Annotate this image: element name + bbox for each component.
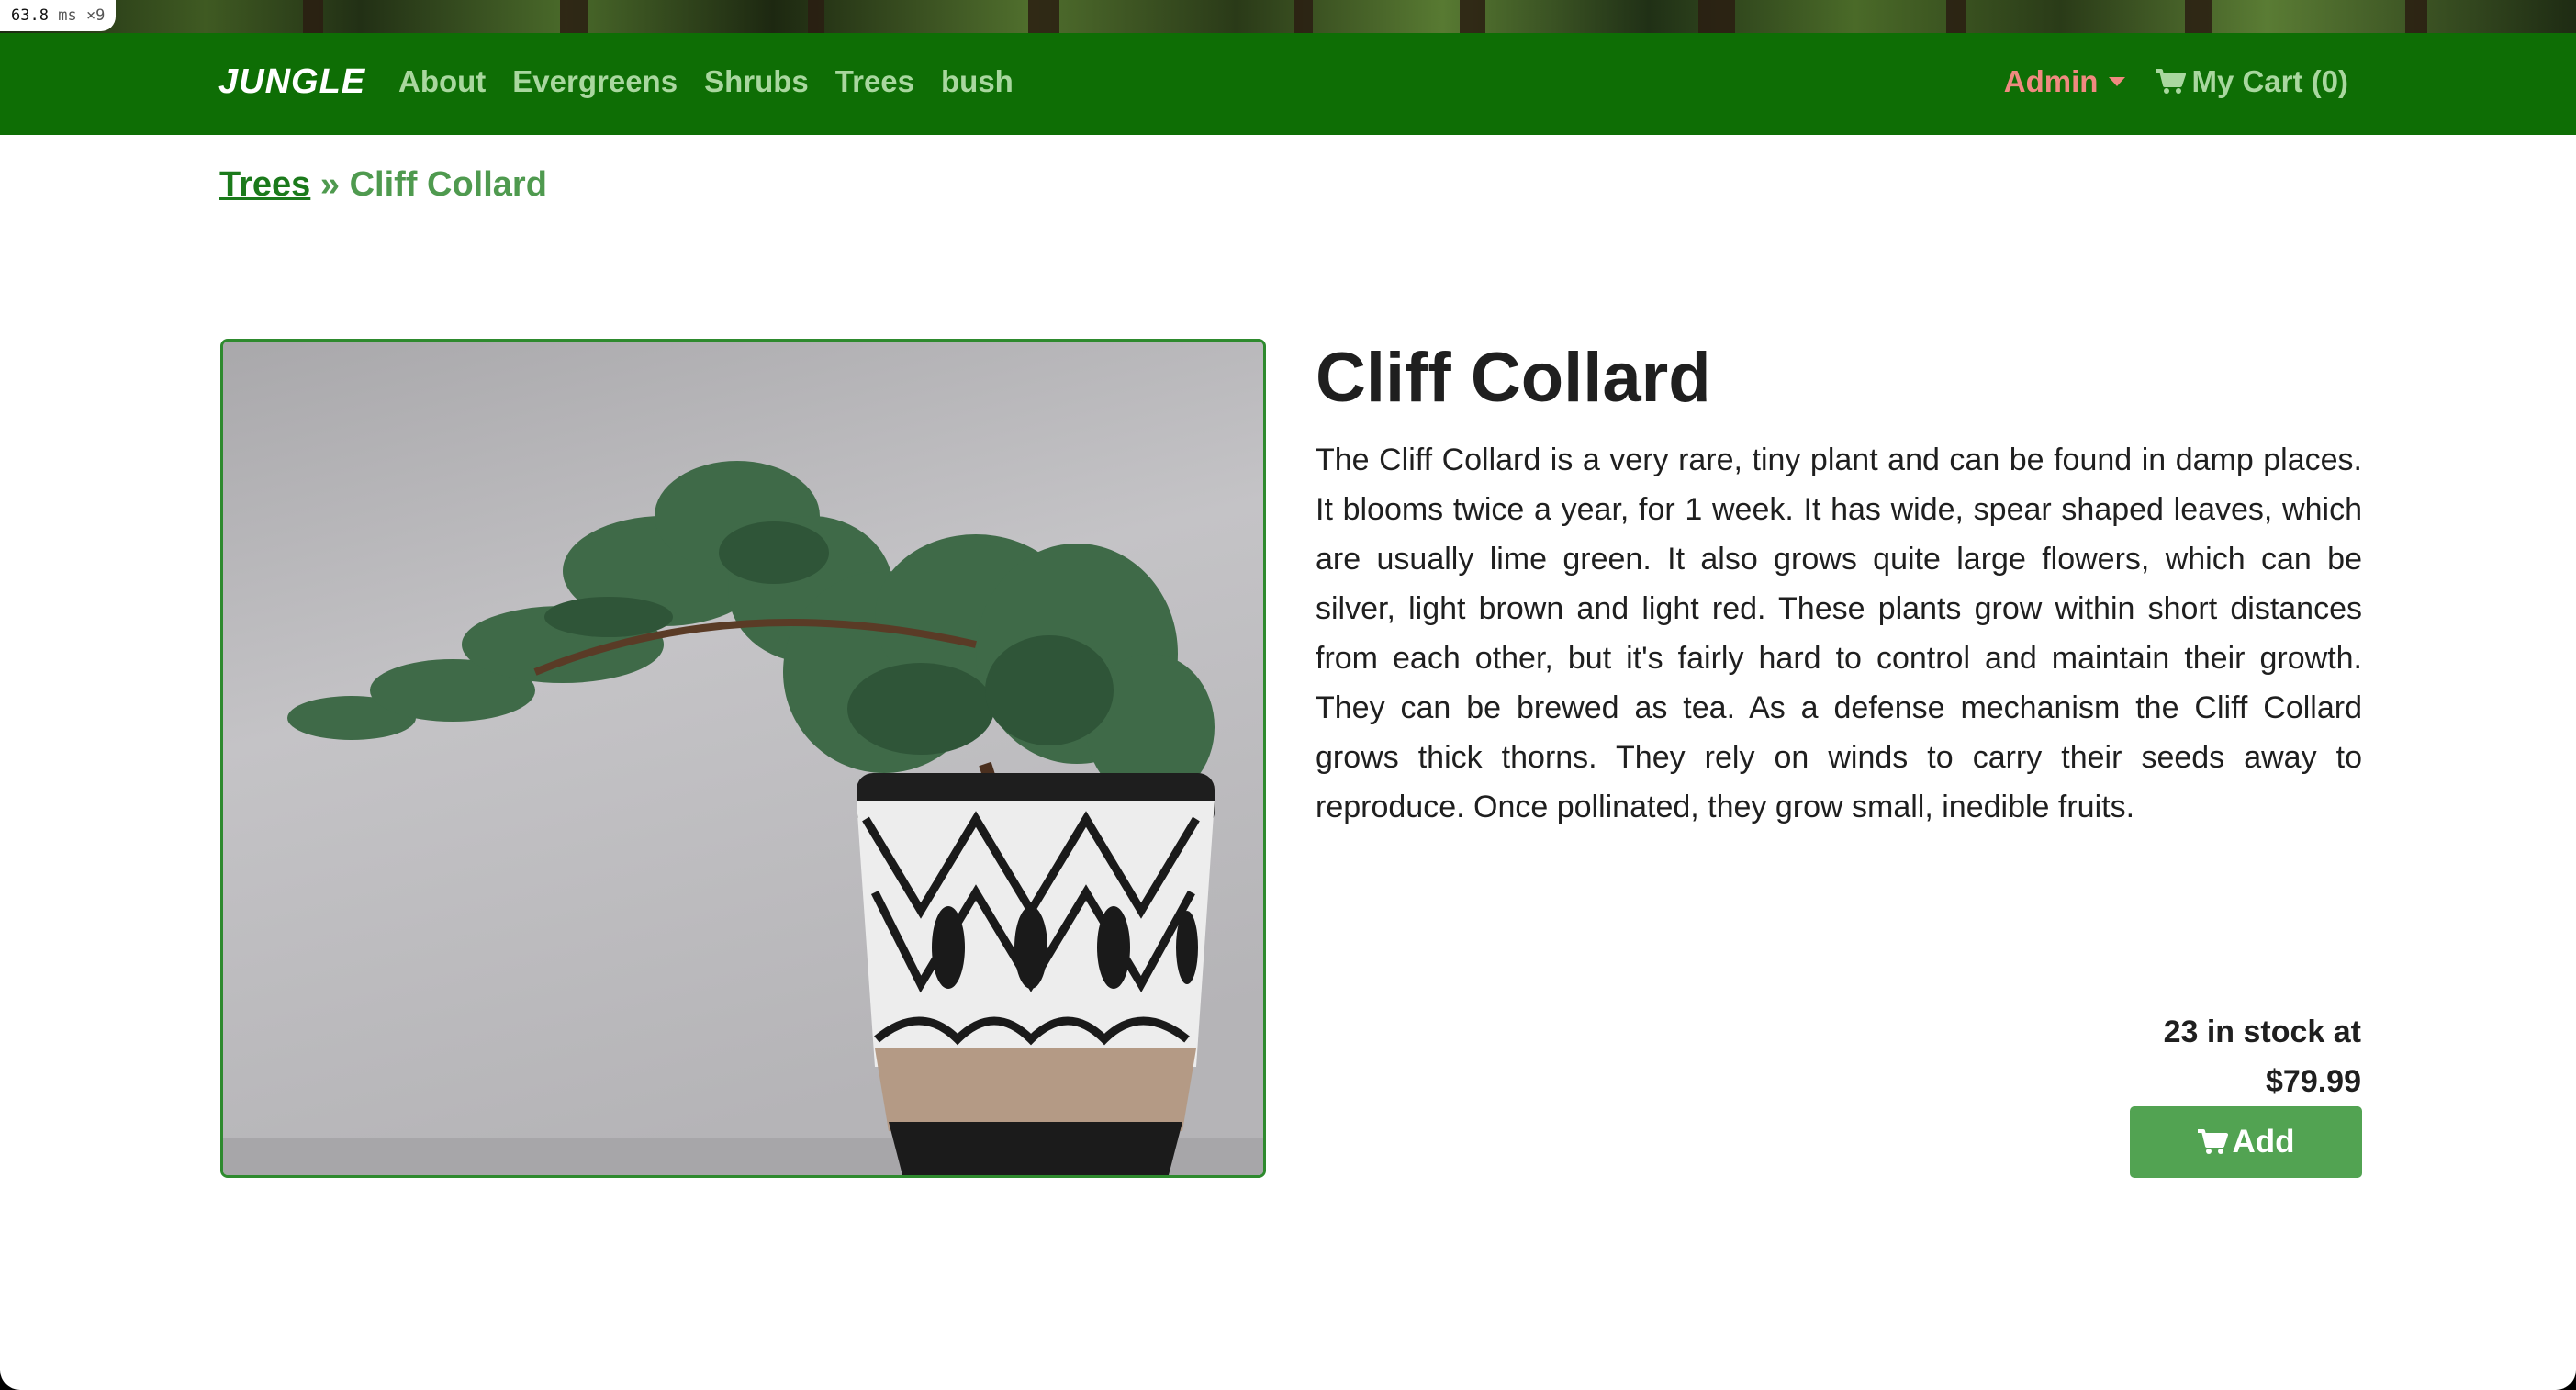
add-to-cart-button[interactable]: Add [2130, 1106, 2362, 1178]
perf-value: 63.8 [11, 6, 49, 25]
perf-unit: ms [58, 6, 77, 25]
breadcrumb-current: Cliff Collard [349, 165, 547, 204]
admin-dropdown[interactable]: Admin [2004, 64, 2126, 99]
nav-right: Admin My Cart (0) [2004, 64, 2348, 99]
add-button-label: Add [2232, 1124, 2295, 1160]
page: 63.8 ms ×9 JUNGLE About Evergreens Shrub… [0, 0, 2576, 1390]
stock-line: 23 in stock at [2163, 1014, 2361, 1049]
perf-multiplier: ×9 [85, 6, 106, 25]
cart-icon [2198, 1129, 2229, 1154]
nav-link-evergreens[interactable]: Evergreens [512, 64, 678, 99]
brand-logo[interactable]: JUNGLE [218, 62, 365, 102]
product-description: The Cliff Collard is a very rare, tiny p… [1316, 443, 2362, 824]
product-image [220, 339, 1266, 1178]
nav-link-shrubs[interactable]: Shrubs [704, 64, 809, 99]
nav-link-bush[interactable]: bush [941, 64, 1014, 99]
caret-down-icon [2109, 77, 2126, 86]
nav-link-about[interactable]: About [398, 64, 486, 99]
nav-link-trees[interactable]: Trees [835, 64, 914, 99]
breadcrumb-separator: » [319, 165, 341, 204]
stock-info: 23 in stock at $79.99 [2164, 1007, 2361, 1106]
product-price: $79.99 [2266, 1064, 2361, 1099]
breadcrumb: Trees » Cliff Collard [219, 165, 547, 205]
admin-label: Admin [2003, 64, 2099, 98]
cart-label: My Cart (0) [2191, 64, 2348, 98]
product-title: Cliff Collard [1316, 339, 1711, 417]
breadcrumb-parent[interactable]: Trees [219, 165, 310, 204]
nav-links: About Evergreens Shrubs Trees bush [398, 64, 1014, 99]
navbar: JUNGLE About Evergreens Shrubs Trees bus… [0, 33, 2576, 135]
forest-banner [0, 0, 2576, 33]
cart-icon [2156, 69, 2187, 94]
perf-overlay: 63.8 ms ×9 [0, 0, 117, 31]
cart-link[interactable]: My Cart (0) [2155, 64, 2348, 99]
